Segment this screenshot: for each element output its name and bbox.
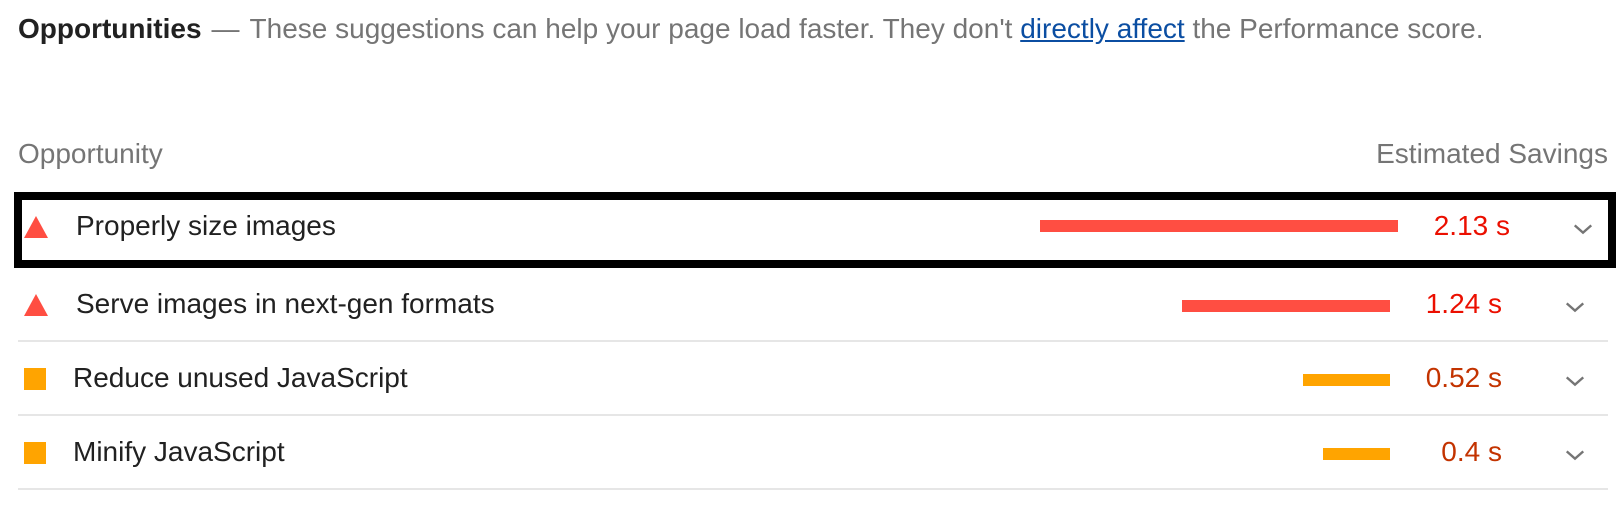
savings-bar	[1303, 374, 1390, 386]
opportunity-label: Minify JavaScript	[73, 436, 285, 467]
opportunity-label: Reduce unused JavaScript	[73, 362, 408, 393]
opportunity-label: Serve images in next-gen formats	[76, 288, 495, 319]
opportunity-list: Properly size images 2.13 s Serve images…	[14, 192, 1616, 490]
triangle-warning-icon	[24, 216, 48, 238]
triangle-warning-icon	[24, 294, 48, 316]
opportunity-label: Properly size images	[76, 210, 336, 241]
description-text-after: the Performance score.	[1184, 13, 1484, 44]
chevron-down-icon[interactable]	[1564, 370, 1586, 392]
column-header-opportunity: Opportunity	[18, 138, 163, 169]
savings-bar	[1182, 300, 1390, 312]
table-header: Opportunity Estimated Savings	[18, 138, 1608, 178]
section-title: Opportunities	[18, 13, 202, 44]
opportunities-description: Opportunities — These suggestions can help…	[18, 4, 1578, 53]
title-separator: —	[211, 13, 240, 44]
savings-value: 0.4 s	[1441, 436, 1502, 467]
chevron-down-icon[interactable]	[1564, 296, 1586, 318]
square-warning-icon	[24, 368, 46, 390]
savings-value: 1.24 s	[1425, 288, 1502, 319]
opportunity-row-minify-javascript[interactable]: Minify JavaScript 0.4 s	[18, 416, 1608, 490]
opportunity-row-unused-javascript[interactable]: Reduce unused JavaScript 0.52 s	[18, 342, 1608, 416]
savings-value: 0.52 s	[1425, 362, 1502, 393]
savings-value: 2.13 s	[1433, 210, 1510, 241]
chevron-down-icon[interactable]	[1564, 444, 1586, 466]
opportunity-row-properly-size-images[interactable]: Properly size images 2.13 s	[14, 192, 1616, 268]
description-text-before: These suggestions can help your page loa…	[249, 13, 1021, 44]
chevron-down-icon[interactable]	[1572, 218, 1594, 240]
square-warning-icon	[24, 442, 46, 464]
directly-affect-link[interactable]: directly affect	[1020, 13, 1184, 44]
savings-bar	[1040, 220, 1398, 232]
opportunity-row-next-gen-formats[interactable]: Serve images in next-gen formats 1.24 s	[18, 268, 1608, 342]
column-header-estimated-savings: Estimated Savings	[1376, 138, 1608, 169]
savings-bar	[1323, 448, 1390, 460]
